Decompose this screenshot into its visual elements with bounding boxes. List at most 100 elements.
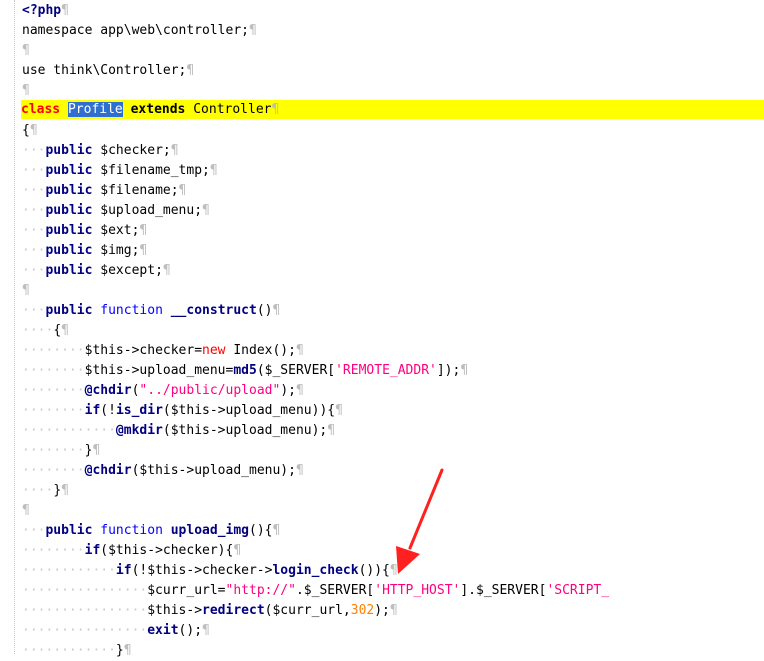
indent: ············ bbox=[22, 563, 116, 578]
code-text: (){ bbox=[249, 523, 273, 538]
code-line[interactable]: use think\Controller;¶ bbox=[22, 61, 764, 81]
code-line[interactable]: namespace app\web\controller;¶ bbox=[22, 21, 764, 41]
code-line[interactable]: ········@chdir("../public/upload");¶ bbox=[22, 381, 764, 401]
indent: ················ bbox=[22, 603, 148, 618]
indent: ··· bbox=[22, 303, 46, 318]
pilcrow: ¶ bbox=[295, 463, 304, 478]
code-line[interactable]: ········$this->upload_menu=md5($_SERVER[… bbox=[22, 361, 764, 381]
code-line[interactable]: ············if(!$this->checker->login_ch… bbox=[22, 561, 764, 581]
indent: ················ bbox=[22, 623, 148, 638]
code-text: namespace app\web\controller; bbox=[22, 23, 249, 38]
code-line[interactable]: ···public $except;¶ bbox=[22, 261, 764, 281]
pilcrow: ¶ bbox=[233, 543, 242, 558]
keyword-if: if bbox=[115, 563, 132, 578]
indent: ········ bbox=[22, 443, 85, 458]
code-line[interactable]: ···public $filename_tmp;¶ bbox=[22, 161, 764, 181]
code-line[interactable]: ········@chdir($this->upload_menu);¶ bbox=[22, 461, 764, 481]
code-line[interactable]: ········$this->checker=new Index();¶ bbox=[22, 341, 764, 361]
keyword-extends: extends bbox=[130, 102, 186, 117]
code-text: $curr_url= bbox=[147, 583, 226, 598]
string-literal: 'REMOTE_ADDR' bbox=[335, 363, 437, 378]
code-line[interactable]: <?php¶ bbox=[22, 1, 764, 21]
pilcrow: ¶ bbox=[202, 203, 210, 218]
code-text: () bbox=[256, 303, 273, 318]
function-name: __construct bbox=[170, 303, 257, 318]
function-redirect: redirect bbox=[202, 603, 265, 618]
pilcrow: ¶ bbox=[29, 123, 38, 138]
keyword-if: if bbox=[84, 543, 101, 558]
code-line[interactable]: ················$curr_url="http://".$_SE… bbox=[22, 581, 764, 601]
pilcrow: ¶ bbox=[327, 423, 336, 438]
indent: ··· bbox=[22, 263, 46, 278]
code-text: $upload_menu; bbox=[92, 203, 203, 218]
code-line[interactable]: ···public $checker;¶ bbox=[22, 141, 764, 161]
selected-class-name: Profile bbox=[67, 102, 123, 117]
code-text: $except; bbox=[92, 263, 163, 278]
code-line[interactable]: ····}¶ bbox=[22, 481, 764, 501]
pilcrow: ¶ bbox=[209, 163, 218, 178]
code-text: use think\Controller; bbox=[22, 63, 187, 78]
code-text: ($this->upload_menu)){ bbox=[162, 403, 336, 418]
code-line[interactable]: ············@mkdir($this->upload_menu);¶ bbox=[22, 421, 764, 441]
keyword-public: public bbox=[45, 263, 93, 278]
code-line[interactable]: ···public $ext;¶ bbox=[22, 221, 764, 241]
indent: ··· bbox=[22, 183, 46, 198]
code-text: ($_SERVER[ bbox=[256, 363, 336, 378]
indent: ········ bbox=[22, 403, 85, 418]
code-line[interactable]: ···public function __construct()¶ bbox=[22, 301, 764, 321]
function-md5: md5 bbox=[233, 363, 257, 378]
string-literal: "../public/upload" bbox=[139, 383, 281, 398]
pilcrow: ¶ bbox=[22, 83, 30, 98]
code-text: ]); bbox=[436, 363, 461, 378]
editor-gutter[interactable] bbox=[0, 0, 15, 654]
code-line[interactable]: ········if(!is_dir($this->upload_menu)){… bbox=[22, 401, 764, 421]
code-line[interactable]: ¶ bbox=[22, 281, 764, 301]
code-line[interactable]: ···public function upload_img(){¶ bbox=[22, 521, 764, 541]
indent: ········ bbox=[22, 383, 85, 398]
indent: ···· bbox=[22, 323, 54, 338]
code-editor[interactable]: <?php¶ namespace app\web\controller;¶ ¶ … bbox=[21, 0, 764, 658]
code-line-highlighted[interactable]: class Profile extends Controller¶ bbox=[21, 100, 764, 119]
code-text: (!$this->checker-> bbox=[131, 563, 273, 578]
keyword-new: new bbox=[202, 343, 226, 358]
code-text: $this-> bbox=[147, 603, 203, 618]
code-line[interactable]: ¶ bbox=[22, 81, 764, 101]
pilcrow: ¶ bbox=[271, 102, 280, 117]
code-line[interactable]: ········if($this->checker){¶ bbox=[22, 541, 764, 561]
code-line[interactable]: ····{¶ bbox=[22, 321, 764, 341]
pilcrow: ¶ bbox=[61, 483, 69, 498]
code-line[interactable]: ···public $img;¶ bbox=[22, 241, 764, 261]
indent: ··· bbox=[22, 203, 46, 218]
code-line[interactable]: ············}¶ bbox=[22, 641, 764, 661]
code-line[interactable]: ········}¶ bbox=[22, 441, 764, 461]
code-line[interactable]: ················exit();¶ bbox=[22, 621, 764, 641]
code-line[interactable]: ················$this->redirect($curr_ur… bbox=[22, 601, 764, 621]
keyword-public: public bbox=[45, 223, 93, 238]
code-text: Controller bbox=[185, 102, 272, 117]
code-text: { bbox=[22, 123, 30, 138]
string-literal: "http://" bbox=[225, 583, 296, 598]
code-text: ($curr_url, bbox=[264, 603, 351, 618]
code-text: $img; bbox=[92, 243, 140, 258]
code-text: ].$_SERVER[ bbox=[460, 583, 547, 598]
code-line[interactable]: {¶ bbox=[22, 121, 764, 141]
pilcrow: ¶ bbox=[272, 303, 281, 318]
keyword-public: public bbox=[45, 303, 93, 318]
code-line[interactable]: ¶ bbox=[22, 501, 764, 521]
code-line[interactable]: ···public $upload_menu;¶ bbox=[22, 201, 764, 221]
pilcrow: ¶ bbox=[295, 383, 304, 398]
indent: ········ bbox=[22, 543, 85, 558]
code-text: ); bbox=[374, 603, 390, 618]
code-text: $this->checker= bbox=[84, 343, 203, 358]
indent: ········ bbox=[22, 363, 85, 378]
pilcrow: ¶ bbox=[22, 503, 30, 518]
code-line[interactable]: ···public $filename;¶ bbox=[22, 181, 764, 201]
code-text: ()){ bbox=[358, 563, 390, 578]
pilcrow: ¶ bbox=[123, 643, 132, 658]
pilcrow: ¶ bbox=[335, 403, 343, 418]
code-line[interactable]: ¶ bbox=[22, 41, 764, 61]
